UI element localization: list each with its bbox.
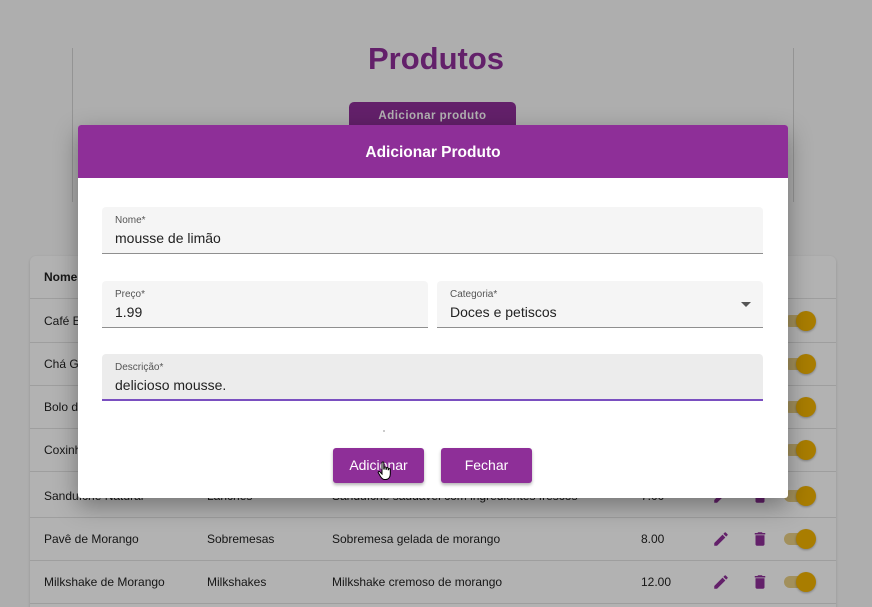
description-field[interactable]: Descrição* delicioso mousse. bbox=[102, 354, 763, 401]
hand-cursor-icon bbox=[377, 461, 391, 480]
category-select-label: Categoria* bbox=[450, 289, 498, 300]
add-product-dialog: Adicionar Produto Nome* mousse de limão … bbox=[78, 125, 788, 498]
name-field-value[interactable]: mousse de limão bbox=[115, 230, 221, 246]
category-select-value[interactable]: Doces e petiscos bbox=[450, 304, 557, 320]
price-field-value[interactable]: 1.99 bbox=[115, 304, 142, 320]
name-field-label: Nome* bbox=[115, 215, 146, 226]
description-field-value[interactable]: delicioso mousse. bbox=[115, 377, 226, 393]
decorative-dot bbox=[383, 430, 385, 432]
chevron-down-icon[interactable] bbox=[741, 302, 751, 307]
dialog-title: Adicionar Produto bbox=[78, 125, 788, 178]
description-field-label: Descrição* bbox=[115, 362, 164, 373]
close-button[interactable]: Fechar bbox=[441, 448, 532, 483]
price-field-label: Preço* bbox=[115, 289, 146, 300]
category-select[interactable]: Categoria* Doces e petiscos bbox=[437, 281, 763, 328]
name-field[interactable]: Nome* mousse de limão bbox=[102, 207, 763, 254]
price-field[interactable]: Preço* 1.99 bbox=[102, 281, 428, 328]
